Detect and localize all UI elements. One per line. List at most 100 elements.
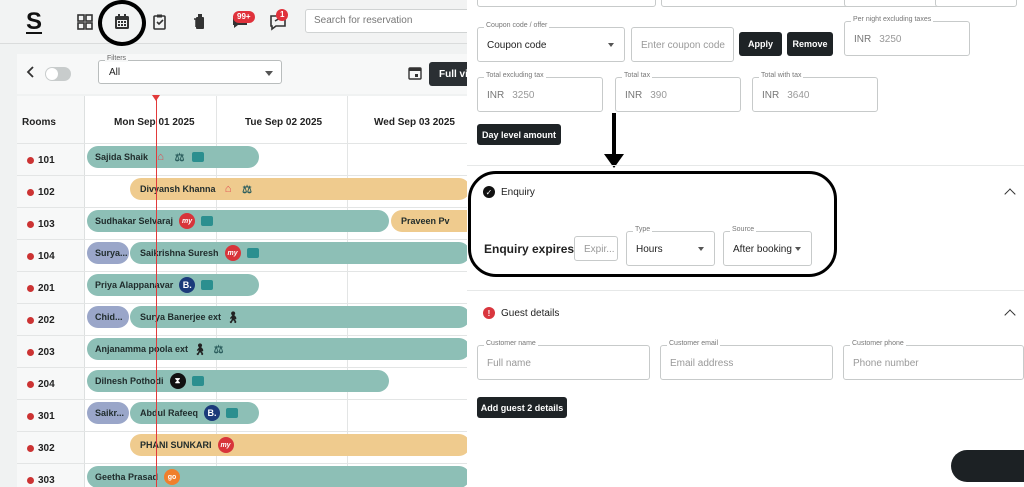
booking-bar[interactable]: Surya Banerjee ext 🚶︎ xyxy=(130,306,467,328)
total-tax-value: 390 xyxy=(650,90,667,101)
total-excl-tax-field[interactable]: Total excluding tax INR 3250 xyxy=(477,72,603,112)
room-status-dot xyxy=(27,413,34,420)
coupon-select[interactable]: Coupon code / offer Coupon code xyxy=(477,22,625,62)
room-row[interactable]: 204 xyxy=(17,367,85,399)
room-number: 303 xyxy=(38,475,55,486)
row-divider xyxy=(85,239,467,240)
coupon-label: Coupon code / offer xyxy=(484,22,550,29)
booking-bar[interactable]: Saikr... xyxy=(87,402,129,424)
booking-bar[interactable]: PHANI SUNKARI my xyxy=(130,434,467,456)
room-row[interactable]: 203 xyxy=(17,335,85,367)
housekeeping-icon[interactable] xyxy=(188,10,212,34)
currency-label: INR xyxy=(625,90,643,101)
top-nav: S 99+ 1 Search for reservation xyxy=(0,0,467,46)
per-night-field[interactable]: Per night excluding taxes INR 3250 xyxy=(844,16,970,56)
dashboard-icon[interactable] xyxy=(73,10,97,34)
day-level-amount-button[interactable]: Day level amount xyxy=(477,124,561,145)
total-excl-tax-value: 3250 xyxy=(512,90,535,101)
room-row[interactable]: 303 xyxy=(17,463,85,487)
currency-label: INR xyxy=(487,90,505,101)
booking-bar[interactable]: Saikrishna Suresh my xyxy=(130,242,467,264)
row-divider xyxy=(85,367,467,368)
room-row[interactable]: 201 xyxy=(17,271,85,303)
makemytrip-icon: my xyxy=(224,245,241,261)
apply-button[interactable]: Apply xyxy=(739,32,782,56)
customer-phone-field[interactable]: Customer phone Phone number xyxy=(843,340,1024,380)
booking-bar[interactable]: Anjanamma poola ext 🚶︎ ⚖ xyxy=(87,338,467,360)
room-row[interactable]: 102 xyxy=(17,175,85,207)
room-number: 204 xyxy=(38,379,55,390)
guest-name: Anjanamma poola ext xyxy=(95,344,189,354)
filters-label: Filters xyxy=(105,55,129,62)
full-view-button[interactable]: Full vi xyxy=(429,62,467,86)
coupon-placeholder: Enter coupon code xyxy=(641,40,725,51)
booking-bar[interactable]: Divyansh Khanna ⌂ ⚖ xyxy=(130,178,467,200)
filters-value: All xyxy=(109,67,121,78)
messages-badge: 99+ xyxy=(233,11,255,23)
room-number: 201 xyxy=(38,283,55,294)
guest-details-section-title[interactable]: Guest details xyxy=(501,308,559,319)
customer-email-field[interactable]: Customer email Email address xyxy=(660,340,833,380)
room-row[interactable]: 202 xyxy=(17,303,85,335)
add-guest-button[interactable]: Add guest 2 details xyxy=(477,397,567,418)
total-with-tax-label: Total with tax xyxy=(759,72,804,79)
search-input[interactable]: Search for reservation xyxy=(305,9,467,33)
annotation-arrow xyxy=(612,113,616,156)
room-status-dot xyxy=(27,285,34,292)
filter-bar: Filters All Full vi xyxy=(17,54,467,94)
room-row[interactable]: 101 xyxy=(17,143,85,175)
booking-bar[interactable]: Praveen Pv xyxy=(391,210,467,232)
top-field[interactable] xyxy=(477,0,656,7)
guest-name: Abdul Rafeeq xyxy=(140,408,199,418)
customer-email-placeholder: Email address xyxy=(670,358,734,369)
remove-button[interactable]: Remove xyxy=(787,32,833,56)
airbnb-icon: ⌂ xyxy=(224,183,232,195)
total-tax-field[interactable]: Total tax INR 390 xyxy=(615,72,741,112)
today-marker-line xyxy=(156,96,157,487)
rooms-column: Rooms 101 102 103 104 201 202 203 204 30… xyxy=(17,96,85,487)
checklist-icon[interactable] xyxy=(148,10,172,34)
coupon-value: Coupon code xyxy=(487,40,547,51)
chevron-up-icon[interactable] xyxy=(1004,188,1016,200)
room-status-dot xyxy=(27,349,34,356)
booking-bar[interactable]: Geetha Prasad go xyxy=(87,466,467,487)
reservation-grid: Rooms 101 102 103 104 201 202 203 204 30… xyxy=(17,95,467,487)
booking-bar[interactable]: Priya Alappanavar B. xyxy=(87,274,259,296)
booking-bar[interactable]: Sudhakar Selvaraj my xyxy=(87,210,389,232)
customer-name-placeholder: Full name xyxy=(487,358,531,369)
chevron-left-icon[interactable] xyxy=(23,64,39,80)
chevron-up-icon[interactable] xyxy=(1004,309,1016,321)
room-row[interactable]: 104 xyxy=(17,239,85,271)
app-logo[interactable]: S xyxy=(26,8,42,36)
customer-phone-label: Customer phone xyxy=(850,340,906,347)
booking-bar[interactable]: Abdul Rafeeq B. xyxy=(130,402,259,424)
customer-name-field[interactable]: Customer name Full name xyxy=(477,340,650,380)
chat-button[interactable] xyxy=(951,450,1024,482)
room-number: 104 xyxy=(38,251,55,262)
booking-bar[interactable]: Chid... xyxy=(87,306,129,328)
guest-name: Saikr... xyxy=(95,408,125,418)
total-with-tax-field[interactable]: Total with tax INR 3640 xyxy=(752,72,878,112)
top-field[interactable] xyxy=(935,0,1017,7)
room-row[interactable]: 103 xyxy=(17,207,85,239)
day-divider xyxy=(347,96,348,487)
guest-name: Surya... xyxy=(95,248,128,258)
room-number: 102 xyxy=(38,187,55,198)
view-toggle[interactable] xyxy=(45,67,71,81)
per-night-value: 3250 xyxy=(879,34,902,45)
coupon-input[interactable]: Enter coupon code xyxy=(631,27,734,62)
scale-icon: ⚖ xyxy=(174,151,185,164)
filters-select[interactable]: Filters All xyxy=(98,55,282,84)
booking-bar[interactable]: Dilnesh Pothodi ⧗ xyxy=(87,370,389,392)
room-row[interactable]: 302 xyxy=(17,431,85,463)
room-row[interactable]: 301 xyxy=(17,399,85,431)
row-divider xyxy=(85,431,467,432)
booking-bar[interactable]: Surya... xyxy=(87,242,129,264)
section-divider xyxy=(467,165,1024,166)
date-picker-icon[interactable] xyxy=(408,66,422,80)
room-number: 302 xyxy=(38,443,55,454)
customer-phone-placeholder: Phone number xyxy=(853,358,919,369)
row-divider xyxy=(85,303,467,304)
room-number: 101 xyxy=(38,155,55,166)
booking-bar[interactable]: Sajida Shaik ⌂ ⚖ xyxy=(87,146,259,168)
